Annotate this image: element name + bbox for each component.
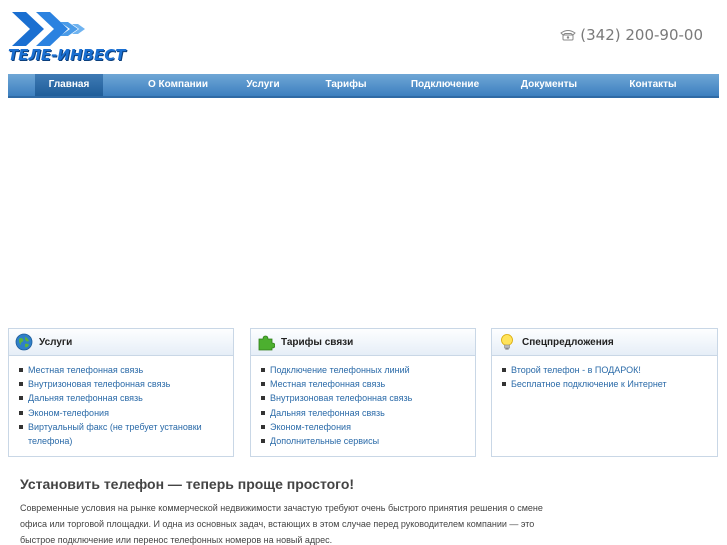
tariffs-panel-title: Тарифы связи xyxy=(281,336,354,348)
tariffs-link-intrazone[interactable]: Внутризоновая телефонная связь xyxy=(270,393,412,403)
services-link-virtual-fax[interactable]: Виртуальный факс (не требует установки т… xyxy=(28,422,202,446)
services-link-economy[interactable]: Эконом-телефония xyxy=(28,408,109,418)
nav-item-connection[interactable]: Подключение xyxy=(401,74,489,96)
nav-item-about[interactable]: О Компании xyxy=(123,74,233,96)
tariffs-link-lines[interactable]: Подключение телефонных линий xyxy=(270,365,410,375)
services-panel: Услуги Местная телефонная связь Внутризо… xyxy=(8,328,234,457)
content-headline: Установить телефон — теперь проще просто… xyxy=(20,476,355,492)
list-item: Эконом-телефония xyxy=(261,420,465,434)
list-item: Местная телефонная связь xyxy=(19,363,223,377)
list-item: Местная телефонная связь xyxy=(261,377,465,391)
nav-item-services[interactable]: Услуги xyxy=(233,74,293,96)
nav-item-contacts[interactable]: Контакты xyxy=(615,74,691,96)
offers-link-second-phone[interactable]: Второй телефон - в ПОДАРОК! xyxy=(511,365,641,375)
tariffs-link-extra[interactable]: Дополнительные сервисы xyxy=(270,436,379,446)
puzzle-icon xyxy=(258,335,275,351)
tariffs-link-local[interactable]: Местная телефонная связь xyxy=(270,379,385,389)
services-link-intrazone[interactable]: Внутризоновая телефонная связь xyxy=(28,379,170,389)
tariffs-list: Подключение телефонных линий Местная тел… xyxy=(251,356,475,448)
main-nav: Главная О Компании Услуги Тарифы Подключ… xyxy=(8,74,719,98)
globe-icon xyxy=(15,333,33,351)
content-paragraph: Современные условия на рынке коммерческо… xyxy=(20,503,543,545)
tariffs-panel: Тарифы связи Подключение телефонных лини… xyxy=(250,328,476,457)
services-panel-header: Услуги xyxy=(9,329,233,356)
offers-list: Второй телефон - в ПОДАРОК! Бесплатное п… xyxy=(492,356,717,391)
list-item: Внутризоновая телефонная связь xyxy=(19,377,223,391)
services-link-long-distance[interactable]: Дальняя телефонная связь xyxy=(28,393,143,403)
services-list: Местная телефонная связь Внутризоновая т… xyxy=(9,356,233,448)
tariffs-link-economy[interactable]: Эконом-телефония xyxy=(270,422,351,432)
offers-panel: Спецпредложения Второй телефон - в ПОДАР… xyxy=(491,328,718,457)
telephone-icon xyxy=(560,30,577,41)
list-item: Бесплатное подключение к Интернет xyxy=(502,377,707,391)
services-panel-title: Услуги xyxy=(39,336,73,348)
logo-arrows-icon xyxy=(12,12,85,46)
offers-panel-header: Спецпредложения xyxy=(492,329,717,356)
logo-text: ТЕЛЕ-ИНВЕСТ xyxy=(8,46,126,64)
tariffs-panel-header: Тарифы связи xyxy=(251,329,475,356)
list-item: Эконом-телефония xyxy=(19,406,223,420)
list-item: Дальняя телефонная связь xyxy=(261,406,465,420)
nav-item-tariffs[interactable]: Тарифы xyxy=(311,74,381,96)
offers-link-free-internet[interactable]: Бесплатное подключение к Интернет xyxy=(511,379,667,389)
nav-item-documents[interactable]: Документы xyxy=(509,74,589,96)
phone-number: (342) 200-90-00 xyxy=(580,26,703,44)
list-item: Виртуальный факс (не требует установки т… xyxy=(19,420,223,448)
nav-item-home[interactable]: Главная xyxy=(35,74,103,96)
list-item: Подключение телефонных линий xyxy=(261,363,465,377)
list-item: Второй телефон - в ПОДАРОК! xyxy=(502,363,707,377)
services-link-local[interactable]: Местная телефонная связь xyxy=(28,365,143,375)
list-item: Дальняя телефонная связь xyxy=(19,391,223,405)
tariffs-link-long-distance[interactable]: Дальняя телефонная связь xyxy=(270,408,385,418)
logo[interactable]: ТЕЛЕ-ИНВЕСТ xyxy=(8,10,126,66)
lightbulb-icon xyxy=(501,334,513,350)
list-item: Внутризоновая телефонная связь xyxy=(261,391,465,405)
list-item: Дополнительные сервисы xyxy=(261,434,465,448)
header-phone: (342) 200-90-00 xyxy=(560,26,703,44)
offers-panel-title: Спецпредложения xyxy=(522,336,614,348)
